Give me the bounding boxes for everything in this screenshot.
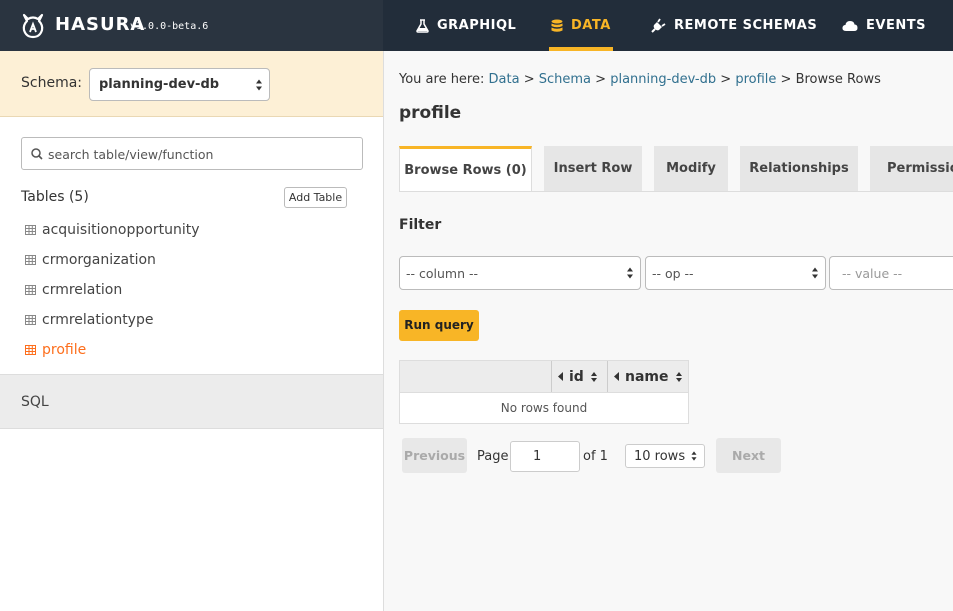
page-count-label: of 1 <box>583 449 608 464</box>
schema-select-value: planning-dev-db <box>99 77 220 92</box>
table-item-profile[interactable]: profile <box>25 340 86 360</box>
breadcrumb-prefix: You are here: <box>399 72 485 87</box>
page-title: profile <box>399 103 462 123</box>
breadcrumb-separator: > <box>720 72 732 87</box>
nav-graphiql-label: GRAPHIQL <box>437 18 517 33</box>
table-item-label: crmorganization <box>42 252 156 268</box>
tab-browse-rows[interactable]: Browse Rows (0) <box>399 146 532 192</box>
search-input[interactable]: search table/view/function <box>21 137 363 170</box>
tab-modify[interactable]: Modify <box>654 146 728 191</box>
hasura-logo-icon <box>22 13 44 39</box>
sidebar: Schema: planning-dev-db search table/vie… <box>0 51 384 611</box>
breadcrumb-separator: > <box>523 72 535 87</box>
brand[interactable]: HASURA v1.0.0-beta.6 <box>0 0 383 51</box>
flask-icon <box>416 18 429 33</box>
table-icon <box>25 255 36 265</box>
tab-divider <box>399 191 953 192</box>
sort-icon <box>675 371 682 382</box>
data-grid: id name No rows found <box>399 360 689 424</box>
breadcrumb: You are here: Data > Schema > planning-d… <box>399 72 881 87</box>
page-number-input[interactable]: 1 <box>510 441 580 472</box>
table-item-crmrelation[interactable]: crmrelation <box>25 280 122 300</box>
column-header-id[interactable]: id <box>551 361 606 392</box>
breadcrumb-data[interactable]: Data <box>489 72 520 87</box>
caret-left-icon <box>558 372 563 381</box>
filter-op-value: -- op -- <box>652 266 694 281</box>
cloud-icon <box>842 20 858 31</box>
run-query-button[interactable]: Run query <box>399 310 479 341</box>
tab-insert-row[interactable]: Insert Row <box>544 146 642 191</box>
column-header-label: name <box>625 368 669 385</box>
filter-value-placeholder: -- value -- <box>842 266 903 281</box>
filter-column-value: -- column -- <box>406 266 479 281</box>
tab-relationships[interactable]: Relationships <box>740 146 858 191</box>
nav-events-label: EVENTS <box>866 18 926 33</box>
nav-remote-schemas-label: REMOTE SCHEMAS <box>674 18 818 33</box>
table-item-label: profile <box>42 342 87 358</box>
page-label: Page <box>477 449 509 464</box>
tab-permissions[interactable]: Permissions <box>870 146 953 191</box>
empty-rows-message: No rows found <box>399 393 689 424</box>
grid-header: id name <box>399 360 689 393</box>
filter-op-select[interactable]: -- op -- <box>645 256 826 290</box>
breadcrumb-separator: > <box>595 72 607 87</box>
schema-label: Schema: <box>21 75 83 91</box>
sql-link[interactable]: SQL <box>0 374 383 429</box>
select-arrows-icon <box>691 451 697 461</box>
pagination: Previous Page 1 of 1 10 rows Next <box>399 438 819 474</box>
breadcrumb-db[interactable]: planning-dev-db <box>610 72 716 87</box>
breadcrumb-schema[interactable]: Schema <box>539 72 591 87</box>
top-navbar: HASURA v1.0.0-beta.6 GRAPHIQL DATA REMOT… <box>0 0 953 51</box>
table-icon <box>25 285 36 295</box>
table-item-crmrelationtype[interactable]: crmrelationtype <box>25 310 153 330</box>
plug-icon <box>651 18 666 33</box>
database-icon <box>551 19 563 32</box>
select-arrows-icon <box>812 267 818 279</box>
version-label: v1.0.0-beta.6 <box>130 21 209 32</box>
table-item-label: crmrelation <box>42 282 123 298</box>
filter-value-input[interactable]: -- value -- <box>829 256 953 290</box>
previous-button[interactable]: Previous <box>402 438 467 473</box>
filter-column-select[interactable]: -- column -- <box>399 256 641 290</box>
schema-select[interactable]: planning-dev-db <box>89 68 270 101</box>
table-icon <box>25 345 36 355</box>
breadcrumb-separator: > <box>780 72 792 87</box>
add-table-button[interactable]: Add Table <box>284 187 347 208</box>
table-item-label: acquisitionopportunity <box>42 222 200 238</box>
table-item-acquisitionopportunity[interactable]: acquisitionopportunity <box>25 220 200 240</box>
sql-label: SQL <box>21 394 49 410</box>
search-placeholder: search table/view/function <box>48 147 214 162</box>
rows-per-page-value: 10 rows <box>634 449 686 464</box>
column-header-label: id <box>569 368 584 385</box>
filter-heading: Filter <box>399 217 442 233</box>
main-content: You are here: Data > Schema > planning-d… <box>384 51 953 611</box>
select-arrows-icon <box>627 267 633 279</box>
nav-events[interactable]: EVENTS <box>842 0 926 51</box>
sort-icon <box>590 371 597 382</box>
column-header-name[interactable]: name <box>607 361 689 392</box>
table-icon <box>25 225 36 235</box>
breadcrumb-current: Browse Rows <box>795 72 881 87</box>
breadcrumb-table[interactable]: profile <box>735 72 776 87</box>
next-button[interactable]: Next <box>716 438 781 473</box>
caret-left-icon <box>614 372 619 381</box>
table-item-crmorganization[interactable]: crmorganization <box>25 250 156 270</box>
rows-per-page-select[interactable]: 10 rows <box>625 444 705 468</box>
tables-heading: Tables (5) <box>21 189 89 205</box>
nav-data-label: DATA <box>571 18 611 33</box>
nav-graphiql[interactable]: GRAPHIQL <box>416 0 516 51</box>
schema-row: Schema: planning-dev-db <box>0 51 383 117</box>
table-item-label: crmrelationtype <box>42 312 154 328</box>
table-icon <box>25 315 36 325</box>
select-arrows-icon <box>256 79 262 90</box>
nav-data[interactable]: DATA <box>549 0 613 51</box>
nav-remote-schemas[interactable]: REMOTE SCHEMAS <box>651 0 817 51</box>
search-icon <box>31 148 43 160</box>
